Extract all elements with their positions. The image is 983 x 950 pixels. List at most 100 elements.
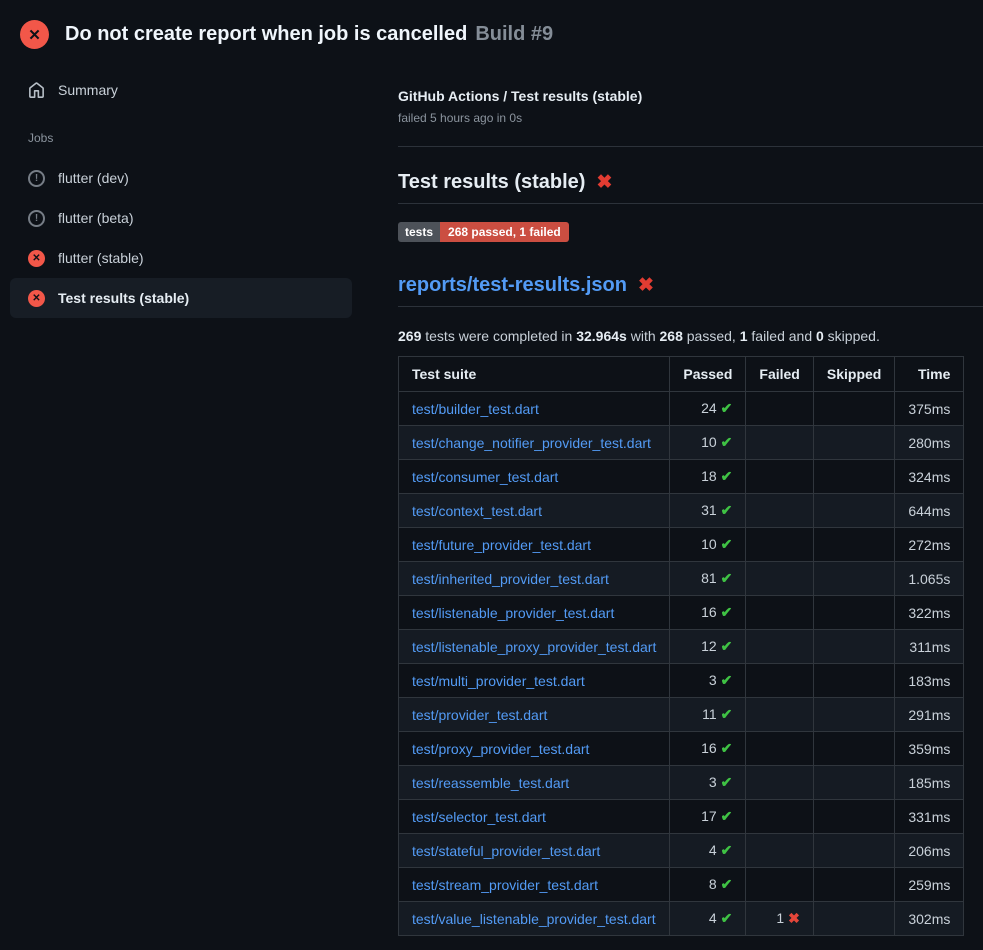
col-passed: Passed — [670, 357, 746, 392]
col-test-suite: Test suite — [399, 357, 670, 392]
failed-cell — [746, 766, 813, 800]
suite-link[interactable]: test/stateful_provider_test.dart — [412, 843, 600, 859]
suite-link[interactable]: test/selector_test.dart — [412, 809, 546, 825]
check-icon: ✔ — [721, 910, 733, 926]
skipped-cell — [813, 732, 894, 766]
check-icon: ✔ — [721, 570, 733, 586]
check-icon: ✔ — [721, 536, 733, 552]
suite-link[interactable]: test/proxy_provider_test.dart — [412, 741, 589, 757]
failed-cell — [746, 664, 813, 698]
main-content: GitHub Actions / Test results (stable) f… — [398, 0, 983, 936]
col-time: Time — [895, 357, 964, 392]
time-value: 331ms — [895, 800, 964, 834]
passed-value: 81 — [701, 570, 717, 586]
passed-value: 31 — [701, 502, 717, 518]
failed-cell — [746, 528, 813, 562]
check-icon: ✔ — [721, 774, 733, 790]
table-row: test/selector_test.dart 17✔ 331ms — [399, 800, 964, 834]
suite-link[interactable]: test/future_provider_test.dart — [412, 537, 591, 553]
table-row: test/value_listenable_provider_test.dart… — [399, 902, 964, 936]
check-icon: ✔ — [721, 502, 733, 518]
passed-value: 16 — [701, 604, 717, 620]
col-failed: Failed — [746, 357, 813, 392]
time-value: 272ms — [895, 528, 964, 562]
skipped-cell — [813, 494, 894, 528]
check-icon: ✔ — [721, 638, 733, 654]
suite-link[interactable]: test/listenable_proxy_provider_test.dart — [412, 639, 656, 655]
table-row: test/provider_test.dart 11✔ 291ms — [399, 698, 964, 732]
time-value: 259ms — [895, 868, 964, 902]
suite-link[interactable]: test/multi_provider_test.dart — [412, 673, 585, 689]
failed-cell — [746, 698, 813, 732]
passed-value: 16 — [701, 740, 717, 756]
check-icon: ✔ — [721, 706, 733, 722]
suite-link[interactable]: test/stream_provider_test.dart — [412, 877, 598, 893]
time-value: 1.065s — [895, 562, 964, 596]
skipped-cell — [813, 596, 894, 630]
skipped-cell — [813, 698, 894, 732]
job-label: flutter (stable) — [58, 250, 144, 266]
table-row: test/reassemble_test.dart 3✔ 185ms — [399, 766, 964, 800]
table-row: test/listenable_provider_test.dart 16✔ 3… — [399, 596, 964, 630]
badge-label: tests — [398, 222, 440, 242]
passed-value: 12 — [701, 638, 717, 654]
failed-cell — [746, 460, 813, 494]
time-value: 183ms — [895, 664, 964, 698]
time-value: 644ms — [895, 494, 964, 528]
passed-value: 17 — [701, 808, 717, 824]
passed-value: 10 — [701, 536, 717, 552]
passed-value: 24 — [701, 400, 717, 416]
sidebar-item-flutter-dev[interactable]: ! flutter (dev) — [10, 158, 352, 198]
table-row: test/change_notifier_provider_test.dart … — [399, 426, 964, 460]
suite-link[interactable]: test/reassemble_test.dart — [412, 775, 569, 791]
check-icon: ✔ — [721, 842, 733, 858]
failed-cell — [746, 630, 813, 664]
failed-cell — [746, 426, 813, 460]
sidebar-item-test-results-stable[interactable]: ✕ Test results (stable) — [10, 278, 352, 318]
skipped-cell — [813, 562, 894, 596]
report-file-link[interactable]: reports/test-results.json — [398, 274, 627, 297]
breadcrumb: GitHub Actions / Test results (stable) — [398, 88, 983, 104]
sidebar-item-flutter-stable[interactable]: ✕ flutter (stable) — [10, 238, 352, 278]
table-row: test/builder_test.dart 24✔ 375ms — [399, 392, 964, 426]
time-value: 280ms — [895, 426, 964, 460]
job-label: flutter (beta) — [58, 210, 133, 226]
suite-link[interactable]: test/listenable_provider_test.dart — [412, 605, 614, 621]
skipped-cell — [813, 868, 894, 902]
suite-link[interactable]: test/consumer_test.dart — [412, 469, 558, 485]
report-file-heading: reports/test-results.json ✖ — [398, 274, 983, 307]
suite-link[interactable]: test/provider_test.dart — [412, 707, 547, 723]
suite-link[interactable]: test/change_notifier_provider_test.dart — [412, 435, 651, 451]
table-row: test/multi_provider_test.dart 3✔ 183ms — [399, 664, 964, 698]
skipped-cell — [813, 834, 894, 868]
suite-link[interactable]: test/inherited_provider_test.dart — [412, 571, 609, 587]
failed-cell — [746, 562, 813, 596]
table-header-row: Test suite Passed Failed Skipped Time — [399, 357, 964, 392]
check-icon: ✔ — [721, 808, 733, 824]
suite-link[interactable]: test/builder_test.dart — [412, 401, 539, 417]
failed-cell — [746, 834, 813, 868]
suite-link[interactable]: test/context_test.dart — [412, 503, 542, 519]
skipped-cell — [813, 664, 894, 698]
check-icon: ✔ — [721, 468, 733, 484]
sidebar-item-summary[interactable]: Summary — [10, 70, 352, 110]
passed-value: 18 — [701, 468, 717, 484]
time-value: 324ms — [895, 460, 964, 494]
section-heading: Test results (stable) ✖ — [398, 171, 983, 204]
skipped-cell — [813, 766, 894, 800]
table-row: test/proxy_provider_test.dart 16✔ 359ms — [399, 732, 964, 766]
passed-value: 4 — [709, 910, 717, 926]
failed-cell — [746, 494, 813, 528]
table-row: test/context_test.dart 31✔ 644ms — [399, 494, 964, 528]
failed-cell — [746, 596, 813, 630]
passed-value: 8 — [709, 876, 717, 892]
sidebar-item-flutter-beta[interactable]: ! flutter (beta) — [10, 198, 352, 238]
failed-cell — [746, 800, 813, 834]
badge-value: 268 passed, 1 failed — [440, 222, 569, 242]
suite-link[interactable]: test/value_listenable_provider_test.dart — [412, 911, 656, 927]
job-neutral-icon: ! — [28, 210, 45, 227]
skipped-cell — [813, 630, 894, 664]
sidebar-summary-label: Summary — [58, 82, 118, 98]
tests-badge: tests 268 passed, 1 failed — [398, 204, 983, 242]
skipped-cell — [813, 426, 894, 460]
